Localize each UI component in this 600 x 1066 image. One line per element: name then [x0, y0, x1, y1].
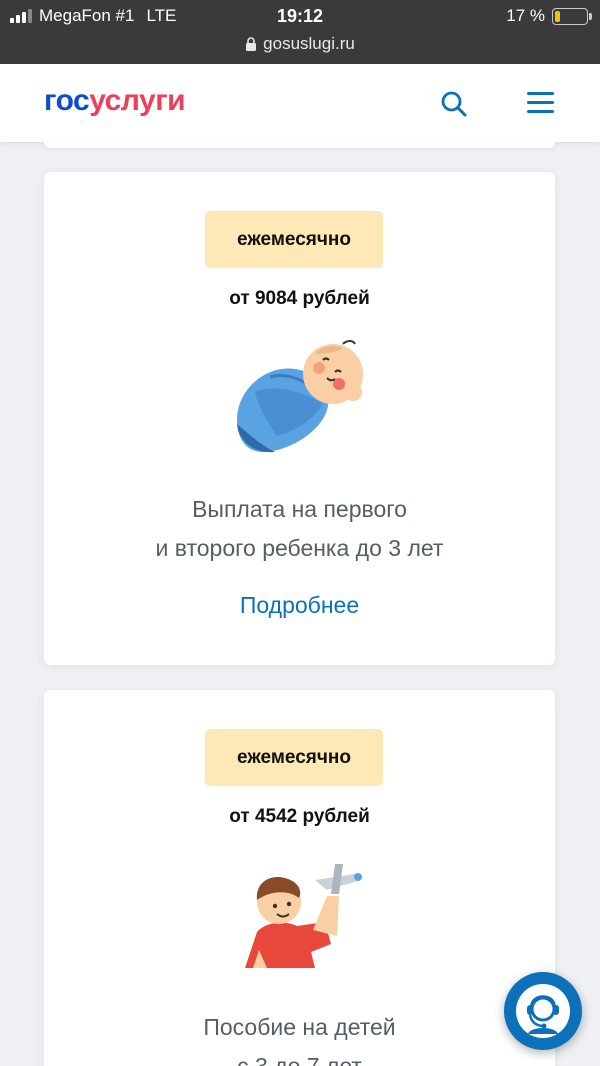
logo-part-gos: гос	[44, 84, 90, 117]
support-operator-icon	[516, 984, 570, 1038]
url-text: gosuslugi.ru	[263, 34, 355, 53]
swaddled-baby-illustration	[237, 340, 363, 453]
benefit-amount: от 4542 рублей	[229, 806, 370, 827]
lock-icon	[246, 37, 257, 51]
benefit-description: Выплата на первого и второго ребенка до …	[44, 490, 555, 568]
description-line: Пособие на детей	[203, 1014, 396, 1040]
logo-part-uslugi: услуги	[89, 84, 186, 117]
description-line: и второго ребенка до 3 лет	[155, 535, 444, 561]
address-bar[interactable]: gosuslugi.ru	[0, 34, 600, 54]
benefit-description: Пособие на детей с 3 до 7 лет	[44, 1008, 555, 1066]
battery-icon	[552, 7, 592, 25]
status-right: 17 %	[506, 6, 592, 26]
description-line: Выплата на первого	[192, 496, 407, 522]
child-with-toy-plane-illustration	[245, 864, 362, 968]
benefit-amount: от 9084 рублей	[229, 288, 370, 309]
description-line: с 3 до 7 лет	[237, 1053, 362, 1066]
support-chat-button[interactable]	[504, 972, 582, 1050]
hamburger-menu-icon[interactable]	[527, 92, 554, 114]
gosuslugi-logo[interactable]: госуслуги	[44, 84, 186, 118]
search-icon[interactable]	[440, 90, 468, 118]
frequency-badge: ежемесячно	[205, 729, 383, 786]
battery-level	[555, 10, 561, 22]
benefit-card: ежемесячно от 9084 рублей Выплата на пер…	[44, 172, 555, 665]
benefit-card: ежемесячно от 4542 рублей Пособие на дет…	[44, 690, 555, 1066]
details-link[interactable]: Подробнее	[44, 592, 555, 619]
site-header: госуслуги	[0, 64, 600, 142]
status-bar: MegaFon #1 LTE 19:12 17 % gosuslugi.ru	[0, 0, 600, 64]
previous-card-edge	[44, 142, 555, 148]
battery-percent: 17 %	[506, 6, 545, 25]
frequency-badge: ежемесячно	[205, 211, 383, 268]
